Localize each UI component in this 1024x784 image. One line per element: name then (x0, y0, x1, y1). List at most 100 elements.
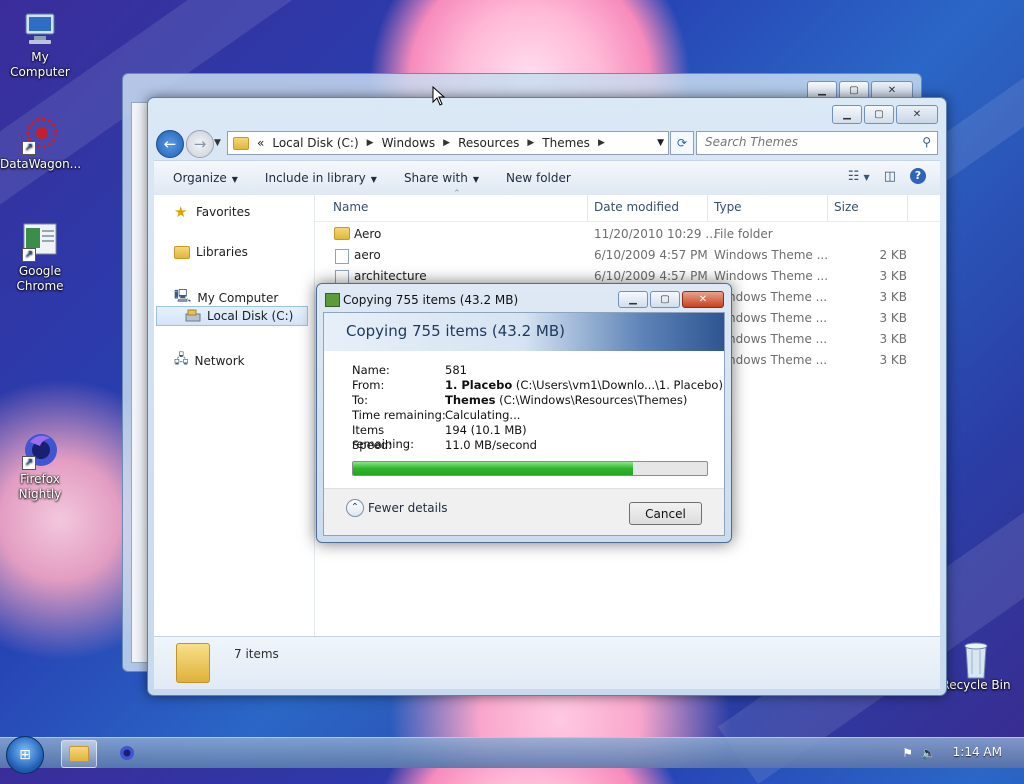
column-divider[interactable] (587, 195, 588, 221)
nav-local-disk[interactable]: Local Disk (C:) (156, 306, 308, 326)
maximize-button[interactable]: ▢ (650, 291, 680, 308)
file-type: File folder (714, 227, 773, 241)
command-bar: Organize ▼ Include in library ▼ Share with… (154, 160, 940, 196)
file-size: 3 KB (879, 353, 907, 367)
view-controls: ☷ ▼ ◫ ? (848, 168, 926, 184)
info-value: 581 (445, 363, 467, 377)
chevron-down-icon: ▼ (472, 175, 479, 184)
folder-icon (176, 643, 210, 683)
breadcrumb-segment[interactable]: Resources (458, 136, 519, 150)
desktop-icon-label: Firefox Nightly (18, 472, 62, 501)
system-tray: ⚑ 🔈 (902, 746, 936, 760)
dialog-body: Copying 755 items (43.2 MB) Name: 581 Fr… (323, 312, 725, 536)
taskbar-firefox-button[interactable] (110, 740, 144, 766)
organize-menu[interactable]: Organize ▼ (173, 171, 238, 185)
search-icon[interactable]: ⚲ (922, 135, 931, 149)
desktop-icon-recycle-bin[interactable]: Recycle Bin (936, 636, 1016, 693)
desktop-icon-datawagon[interactable]: ↗ DataWagon... (0, 115, 82, 172)
file-size: 3 KB (879, 290, 907, 304)
info-label: Name: (352, 363, 390, 377)
chrome-icon: ↗ (20, 222, 60, 262)
desktop-icon-firefox-nightly[interactable]: ↗ Firefox Nightly (0, 430, 80, 502)
destination-path: (C:\Windows\Resources\Themes) (499, 393, 688, 407)
new-folder-button[interactable]: New folder (506, 171, 571, 185)
info-label: To: (352, 393, 368, 407)
desktop-icon-google-chrome[interactable]: ↗ Google Chrome (0, 222, 80, 294)
taskbar-clock[interactable]: 1:14 AM (953, 745, 1002, 759)
breadcrumb-arrow-icon[interactable]: ▶ (527, 138, 534, 148)
breadcrumb-segment[interactable]: Windows (382, 136, 436, 150)
include-in-library-menu[interactable]: Include in library ▼ (265, 171, 377, 185)
file-row[interactable]: aero 6/10/2009 4:57 PM Windows Theme ...… (315, 245, 940, 266)
recent-pages-dropdown[interactable]: ▼ (214, 138, 221, 148)
details-pane: 7 items (154, 636, 940, 689)
minimize-button[interactable]: ▁ (618, 291, 648, 308)
shortcut-arrow-icon: ↗ (22, 248, 36, 262)
file-date: 11/20/2010 10:29 ... (594, 227, 717, 241)
close-button[interactable]: ✕ (896, 105, 938, 124)
nav-label: Local Disk (C:) (207, 309, 294, 323)
breadcrumb-arrow-icon[interactable]: ▶ (367, 138, 374, 148)
forward-button[interactable]: → (186, 130, 214, 158)
column-date-modified[interactable]: Date modified (594, 200, 679, 214)
nav-libraries[interactable]: Libraries (174, 245, 248, 259)
column-name[interactable]: Name (333, 200, 368, 214)
help-button[interactable]: ? (910, 168, 926, 184)
destination-folder-link[interactable]: Themes (445, 393, 495, 407)
nav-network[interactable]: 🖧 Network (174, 350, 245, 372)
cancel-button[interactable]: Cancel (629, 502, 702, 525)
info-label: From: (352, 378, 385, 392)
source-folder-link[interactable]: 1. Placebo (445, 378, 512, 392)
file-row[interactable]: Aero 11/20/2010 10:29 ... File folder (315, 224, 940, 245)
chevron-down-icon: ▼ (863, 172, 870, 182)
column-divider[interactable] (827, 195, 828, 221)
sort-ascending-icon: ⌃ (453, 189, 461, 199)
folder-icon (69, 746, 89, 762)
search-box[interactable]: ⚲ (696, 131, 938, 155)
progress-fill (353, 462, 633, 475)
copy-progress-dialog[interactable]: Copying 755 items (43.2 MB) ▁ ▢ ✕ Copyin… (316, 283, 732, 543)
chevron-down-icon: ▼ (370, 175, 377, 184)
address-overflow[interactable]: « (257, 136, 264, 150)
minimize-button[interactable]: ▁ (832, 105, 862, 124)
address-bar[interactable]: « Local Disk (C:) ▶ Windows ▶ Resources … (227, 131, 669, 155)
back-button[interactable]: ← (156, 130, 184, 158)
column-divider[interactable] (707, 195, 708, 221)
file-type: ndows Theme ... (728, 311, 828, 325)
preview-pane-button[interactable]: ◫ (884, 169, 896, 184)
column-divider[interactable] (907, 195, 908, 221)
breadcrumb-segment[interactable]: Themes (542, 136, 590, 150)
address-dropdown[interactable]: ▼ (657, 138, 664, 148)
file-type: ndows Theme ... (728, 290, 828, 304)
search-input[interactable] (697, 132, 905, 152)
volume-muted-icon[interactable]: 🔈 (921, 746, 936, 760)
chevron-up-icon: ⌃ (346, 499, 364, 517)
firefox-nightly-icon (120, 746, 134, 760)
fewer-details-toggle[interactable]: ⌃ Fewer details (346, 499, 448, 517)
file-type: ndows Theme ... (728, 332, 828, 346)
close-button[interactable]: ✕ (682, 291, 724, 308)
shortcut-arrow-icon: ↗ (22, 141, 36, 155)
maximize-button[interactable]: ▢ (864, 105, 894, 124)
column-headers: Name ⌃ Date modified Type Size (315, 189, 940, 222)
start-button[interactable]: ⊞ (6, 736, 44, 774)
taskbar-explorer-button[interactable] (61, 740, 97, 768)
refresh-button[interactable]: ⟳ (670, 131, 694, 155)
breadcrumb-segment[interactable]: Local Disk (C:) (272, 136, 358, 150)
action-center-icon[interactable]: ⚑ (902, 746, 913, 760)
nav-label: Favorites (196, 205, 251, 219)
column-type[interactable]: Type (714, 200, 742, 214)
desktop-icon-my-computer[interactable]: My Computer (0, 8, 80, 80)
file-size: 3 KB (879, 311, 907, 325)
desktop-icon-label: DataWagon... (0, 157, 82, 171)
taskbar: ⊞ ⚑ 🔈 1:14 AM (0, 736, 1024, 774)
nav-label: Libraries (196, 245, 248, 259)
change-view-button[interactable]: ☷ ▼ (848, 169, 870, 184)
share-with-menu[interactable]: Share with ▼ (404, 171, 479, 185)
breadcrumb-arrow-icon[interactable]: ▶ (598, 138, 605, 148)
info-value: 11.0 MB/second (445, 438, 537, 452)
nav-favorites[interactable]: ★ Favorites (174, 203, 250, 221)
dialog-banner: Copying 755 items (43.2 MB) (324, 313, 724, 351)
column-size[interactable]: Size (834, 200, 859, 214)
breadcrumb-arrow-icon[interactable]: ▶ (443, 138, 450, 148)
